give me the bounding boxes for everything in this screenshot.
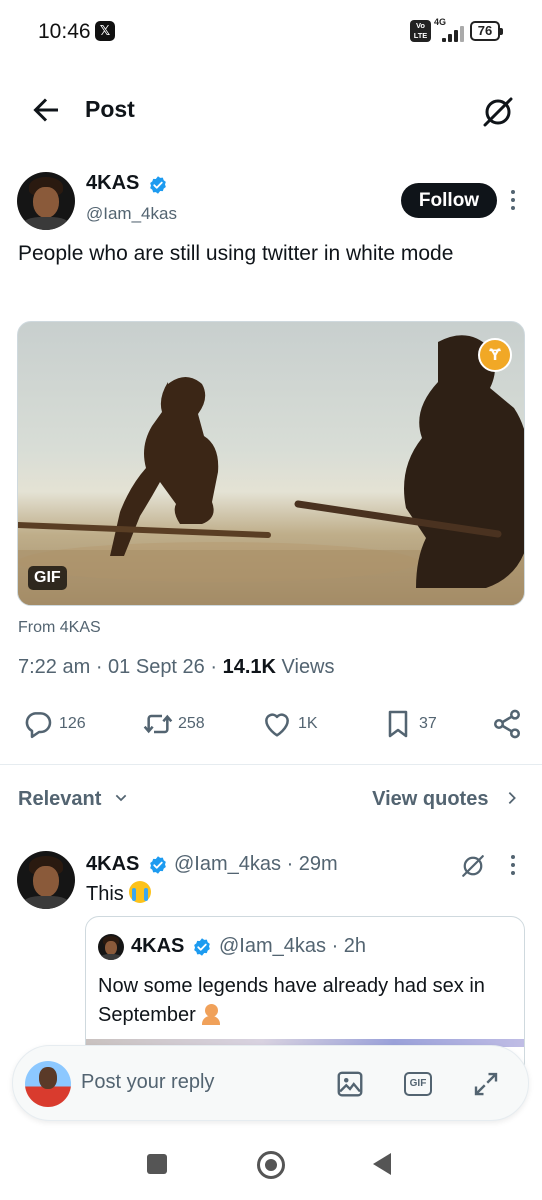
grok-button[interactable] <box>478 92 518 132</box>
repost-icon <box>143 714 173 734</box>
reply-composer[interactable]: Post your reply GIF <box>12 1045 529 1121</box>
post-media-gif[interactable]: Ɏ GIF <box>17 321 525 606</box>
post-text: People who are still using twitter in wh… <box>18 242 454 265</box>
signal-icon <box>434 26 464 42</box>
expand-icon[interactable] <box>471 1069 501 1099</box>
verified-badge-icon <box>194 938 210 956</box>
post-time: 7:22 am <box>18 656 91 678</box>
quote-author-name: 4KAS <box>131 935 185 957</box>
avatar[interactable] <box>17 172 75 230</box>
avatar[interactable] <box>98 934 124 960</box>
x-app-icon: 𝕏 <box>95 21 115 41</box>
back-button[interactable] <box>28 92 64 128</box>
chevron-right-icon <box>508 792 516 804</box>
person-facepalming-emoji-icon <box>201 1003 221 1025</box>
author-name[interactable]: 4KAS <box>86 172 139 195</box>
heart-icon <box>265 713 289 737</box>
volte-icon: Vo LTE <box>410 20 431 42</box>
view-quotes-link[interactable]: View quotes <box>372 788 520 811</box>
reply-icon <box>25 712 52 739</box>
gif-scene-image <box>18 335 524 605</box>
verified-badge-icon <box>150 856 166 874</box>
quote-handle-time: @Iam_4kas · 2h <box>219 935 367 957</box>
more-options-icon[interactable] <box>508 190 518 212</box>
author-handle[interactable]: @Iam_4kas <box>86 204 177 224</box>
views-label: Views <box>281 656 335 678</box>
grok-icon <box>483 97 513 127</box>
post-header: 4KAS @Iam_4kas Follow <box>0 160 542 240</box>
view-quotes-label: View quotes <box>372 788 489 810</box>
divider <box>0 764 542 765</box>
separator-dot: · <box>95 656 109 678</box>
relevant-label: Relevant <box>18 788 102 810</box>
gif-badge: GIF <box>28 566 67 590</box>
post-actions: 126 258 1K 37 <box>0 700 542 750</box>
status-time: 10:46 <box>38 20 91 43</box>
gif-picker-label: GIF <box>409 1078 427 1089</box>
share-icon <box>494 709 520 739</box>
reply-button[interactable]: 126 <box>22 708 102 740</box>
status-bar: 10:46 𝕏 Vo LTE 4G 76 <box>0 0 542 64</box>
home-button[interactable] <box>257 1151 285 1179</box>
reply-text: This <box>86 881 152 906</box>
bookmark-icon <box>388 710 408 738</box>
reply-input[interactable]: Post your reply <box>81 1071 214 1094</box>
image-icon[interactable] <box>335 1069 365 1099</box>
separator-dot: · <box>210 656 223 678</box>
bookmark-button[interactable]: 37 <box>382 708 462 740</box>
reply-author-name[interactable]: 4KAS <box>86 853 139 876</box>
like-count: 1K <box>298 715 318 732</box>
back-nav-button[interactable] <box>373 1153 391 1175</box>
media-tag-icon[interactable]: Ɏ <box>478 338 512 372</box>
reply-handle-time: @Iam_4kas · 29m <box>174 853 338 875</box>
verified-badge-icon <box>150 176 166 194</box>
arrow-left-icon <box>33 98 58 122</box>
repost-count: 258 <box>178 715 205 732</box>
battery-icon: 76 <box>470 21 503 41</box>
reply-count: 126 <box>59 715 86 732</box>
quote-text-content: Now some legends have already had sex in… <box>98 975 485 1026</box>
replies-filter-bar: Relevant View quotes <box>0 780 542 820</box>
bookmark-count: 37 <box>419 715 437 732</box>
grok-icon[interactable] <box>458 851 488 881</box>
reply-text-content: This <box>86 883 124 905</box>
follow-button[interactable]: Follow <box>401 183 497 218</box>
page-title: Post <box>85 96 135 122</box>
chevron-down-icon <box>115 794 127 802</box>
like-button[interactable]: 1K <box>261 708 341 740</box>
user-avatar <box>25 1061 71 1107</box>
avatar[interactable] <box>17 851 75 909</box>
relevant-sort-dropdown[interactable]: Relevant <box>18 788 129 811</box>
recent-apps-button[interactable] <box>147 1154 167 1174</box>
loudly-crying-emoji-icon <box>129 881 152 903</box>
more-options-icon[interactable] <box>508 855 518 877</box>
views-count: 14.1K <box>222 656 276 678</box>
repost-button[interactable]: 258 <box>141 708 221 740</box>
gif-picker-button[interactable]: GIF <box>404 1072 432 1096</box>
post-source[interactable]: From 4KAS <box>18 619 101 637</box>
top-app-bar: Post <box>0 80 542 140</box>
share-button[interactable] <box>491 708 523 740</box>
post-metadata: 7:22 am · 01 Sept 26 · 14.1K Views <box>18 656 335 679</box>
quote-text: Now some legends have already had sex in… <box>98 972 516 1030</box>
system-navigation-bar <box>0 1130 542 1200</box>
post-date: 01 Sept 26 <box>108 656 205 678</box>
